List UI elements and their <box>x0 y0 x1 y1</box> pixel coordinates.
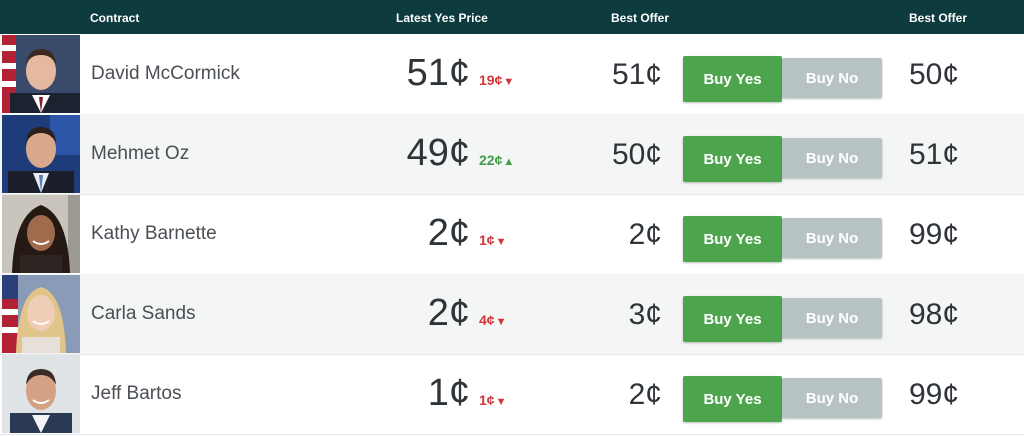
latest-yes-price: 1¢ <box>427 372 470 414</box>
latest-yes-price: 2¢ <box>427 292 470 334</box>
buy-yes-button[interactable]: Buy Yes <box>683 376 782 422</box>
buy-no-button[interactable]: Buy No <box>782 298 882 338</box>
contract-name: Carla Sands <box>91 303 196 324</box>
table-row: Carla Sands 2¢ 4¢▼ 3¢ Buy Yes Buy No 98¢ <box>0 274 1024 355</box>
price-change-value: 1¢ <box>479 232 495 248</box>
best-offer-yes: 2¢ <box>628 218 662 251</box>
table-row: Kathy Barnette 2¢ 1¢▼ 2¢ Buy Yes Buy No … <box>0 194 1024 275</box>
avatar <box>2 195 80 273</box>
price-change: 4¢▼ <box>479 312 506 330</box>
buy-no-button[interactable]: Buy No <box>782 58 882 98</box>
avatar <box>2 35 80 113</box>
table-header: Contract Latest Yes Price Best Offer Bes… <box>0 0 1024 34</box>
avatar <box>2 275 80 353</box>
best-offer-yes: 51¢ <box>611 58 662 91</box>
buy-yes-button[interactable]: Buy Yes <box>683 136 782 182</box>
price-change-value: 1¢ <box>479 392 495 408</box>
arrow-down-icon: ▼ <box>495 316 507 328</box>
best-offer-no: 99¢ <box>909 218 960 251</box>
arrow-down-icon: ▼ <box>495 396 507 408</box>
contract-name: David McCormick <box>91 63 240 84</box>
contract-name: Mehmet Oz <box>91 143 190 164</box>
price-change: 1¢▼ <box>479 232 506 250</box>
arrow-down-icon: ▼ <box>503 76 515 88</box>
price-change: 22¢▲ <box>479 152 514 170</box>
buy-no-button[interactable]: Buy No <box>782 378 882 418</box>
arrow-up-icon: ▲ <box>503 156 515 168</box>
best-offer-no: 50¢ <box>909 58 960 91</box>
best-offer-yes: 2¢ <box>628 378 662 411</box>
buy-no-button[interactable]: Buy No <box>782 138 882 178</box>
buy-yes-button[interactable]: Buy Yes <box>683 216 782 262</box>
header-latest-yes-price: Latest Yes Price <box>396 11 488 25</box>
market-table: Contract Latest Yes Price Best Offer Bes… <box>0 0 1024 436</box>
best-offer-no: 51¢ <box>909 138 960 171</box>
avatar <box>2 115 80 193</box>
contract-name: Jeff Bartos <box>91 383 182 404</box>
best-offer-yes: 3¢ <box>628 298 662 331</box>
table-row: Jeff Bartos 1¢ 1¢▼ 2¢ Buy Yes Buy No 99¢ <box>0 354 1024 435</box>
buy-yes-button[interactable]: Buy Yes <box>683 296 782 342</box>
contract-name: Kathy Barnette <box>91 223 217 244</box>
best-offer-yes: 50¢ <box>611 138 662 171</box>
header-contract: Contract <box>90 11 140 25</box>
latest-yes-price: 51¢ <box>406 52 470 94</box>
header-best-offer-no: Best Offer <box>909 11 968 25</box>
best-offer-no: 99¢ <box>909 378 960 411</box>
buy-no-button[interactable]: Buy No <box>782 218 882 258</box>
avatar <box>2 355 80 433</box>
price-change-value: 4¢ <box>479 312 495 328</box>
buy-yes-button[interactable]: Buy Yes <box>683 56 782 102</box>
price-change-value: 19¢ <box>479 72 503 88</box>
price-change: 19¢▼ <box>479 72 514 90</box>
table-row: Mehmet Oz 49¢ 22¢▲ 50¢ Buy Yes Buy No 51… <box>0 114 1024 195</box>
latest-yes-price: 49¢ <box>406 132 470 174</box>
header-best-offer-yes: Best Offer <box>611 11 670 25</box>
table-row: David McCormick 51¢ 19¢▼ 51¢ Buy Yes Buy… <box>0 34 1024 115</box>
price-change-value: 22¢ <box>479 152 503 168</box>
best-offer-no: 98¢ <box>909 298 960 331</box>
price-change: 1¢▼ <box>479 392 506 410</box>
latest-yes-price: 2¢ <box>427 212 470 254</box>
arrow-down-icon: ▼ <box>495 236 507 248</box>
